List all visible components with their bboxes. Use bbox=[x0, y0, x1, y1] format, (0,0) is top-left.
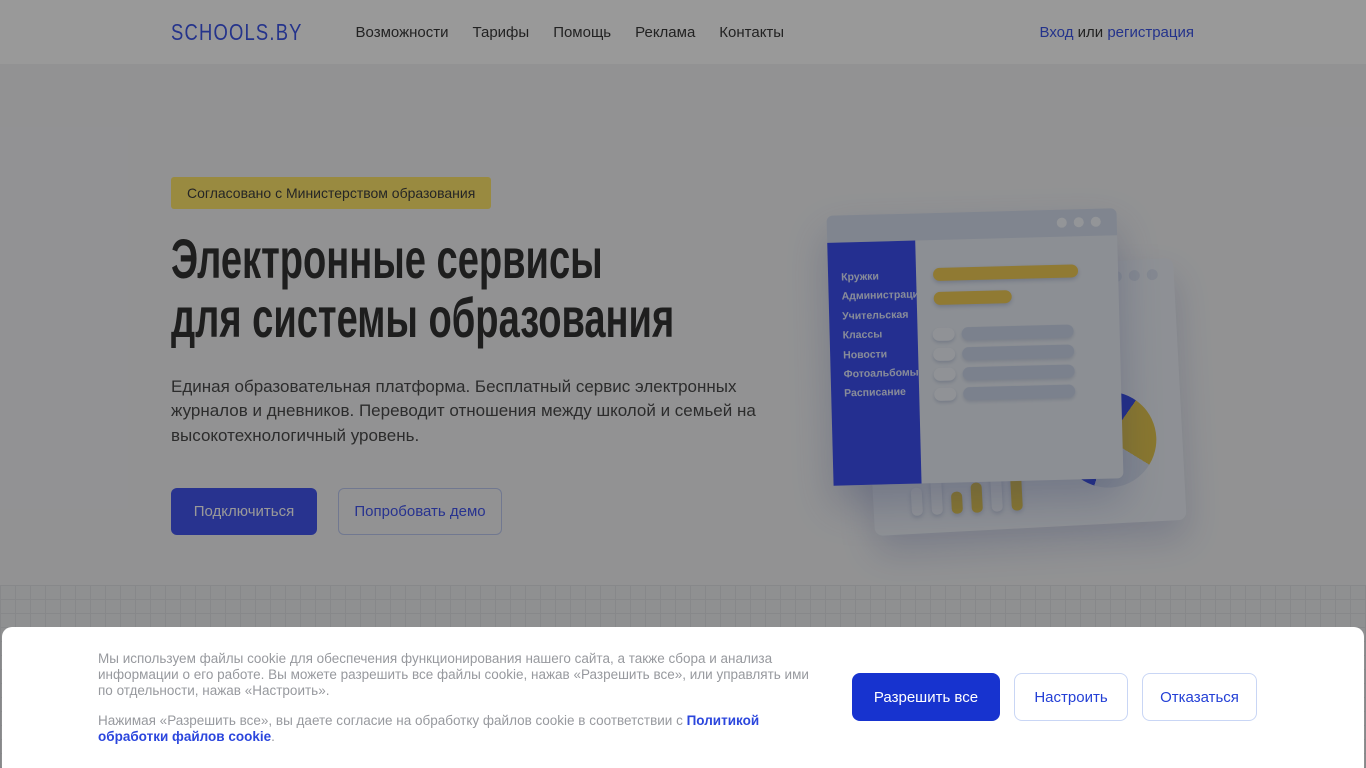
cookie-text: Мы используем файлы cookie для обеспечен… bbox=[98, 651, 822, 745]
decline-cookies-button[interactable]: Отказаться bbox=[1142, 673, 1257, 721]
cookie-paragraph-2: Нажимая «Разрешить все», вы даете соглас… bbox=[98, 713, 822, 745]
cookie-paragraph-2-period: . bbox=[271, 728, 275, 744]
page: SCHOOLS.BY Возможности Тарифы Помощь Рек… bbox=[0, 0, 1366, 768]
cookie-paragraph-1: Мы используем файлы cookie для обеспечен… bbox=[98, 651, 809, 699]
cookie-buttons: Разрешить все Настроить Отказаться bbox=[852, 673, 1257, 721]
configure-cookies-button[interactable]: Настроить bbox=[1014, 673, 1128, 721]
allow-all-cookies-button[interactable]: Разрешить все bbox=[852, 673, 1000, 721]
cookie-paragraph-2-text: Нажимая «Разрешить все», вы даете соглас… bbox=[98, 712, 687, 728]
cookie-banner: Мы используем файлы cookie для обеспечен… bbox=[2, 627, 1364, 768]
